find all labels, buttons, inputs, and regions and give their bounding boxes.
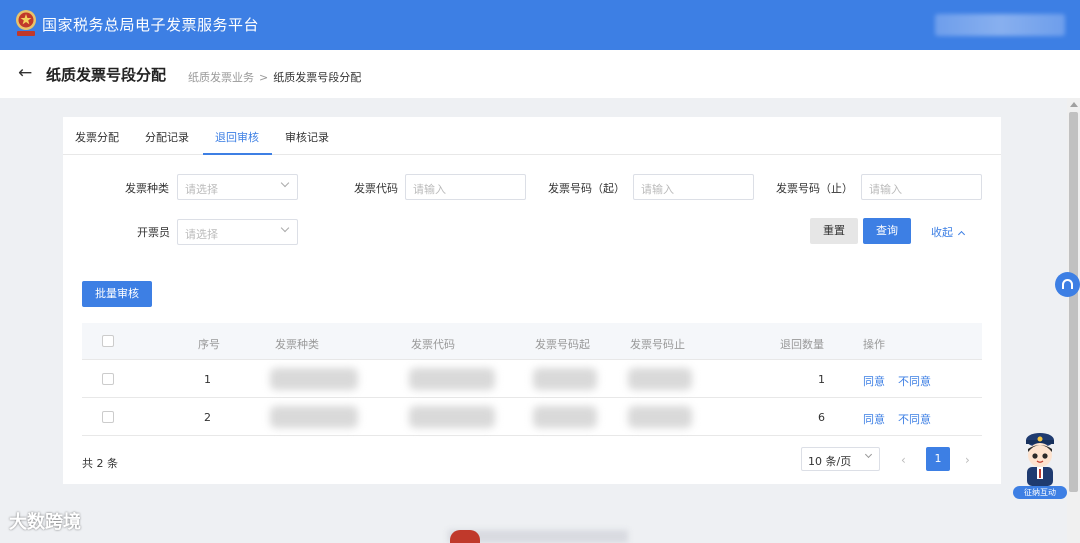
issuer-select[interactable]: 请选择 xyxy=(177,219,298,245)
disagree-link[interactable]: 不同意 xyxy=(898,373,931,389)
page-scrollbar[interactable] xyxy=(1067,98,1080,543)
column-header: 发票种类 xyxy=(275,338,319,351)
agree-link[interactable]: 同意 xyxy=(863,373,885,389)
column-header: 操作 xyxy=(863,338,885,351)
total-count: 共 2 条 xyxy=(82,457,118,470)
number-start-placeholder: 请输入 xyxy=(641,183,674,196)
active-tab-indicator xyxy=(203,153,272,155)
number-end-label: 发票号码（止） xyxy=(776,182,853,195)
return-quantity: 6 xyxy=(818,411,825,424)
page-number-current[interactable]: 1 xyxy=(926,447,950,471)
site-title: 国家税务总局电子发票服务平台 xyxy=(42,16,260,34)
mascot-label: 征纳互动 xyxy=(1013,486,1067,499)
tab-return-review[interactable]: 退回审核 xyxy=(215,129,259,145)
invoice-code-placeholder: 请输入 xyxy=(413,183,446,196)
tab-review-records[interactable]: 审核记录 xyxy=(285,129,329,145)
table-row: 2 6 同意 不同意 xyxy=(82,398,982,436)
assistant-mascot[interactable]: 征纳互动 xyxy=(1013,430,1067,500)
invoice-code-blurred xyxy=(409,368,495,390)
number-start-input[interactable]: 请输入 xyxy=(633,174,754,200)
chevron-down-icon xyxy=(280,178,290,188)
number-end-input[interactable]: 请输入 xyxy=(861,174,982,200)
prev-page-button[interactable]: ‹ xyxy=(901,453,906,467)
page-header: ← 纸质发票号段分配 纸质发票业务 > 纸质发票号段分配 xyxy=(0,50,1080,98)
breadcrumb-current: 纸质发票号段分配 xyxy=(273,71,362,84)
column-header: 发票号码止 xyxy=(630,338,685,351)
issuer-placeholder: 请选择 xyxy=(185,228,218,241)
page-size-value: 10 条/页 xyxy=(808,455,852,468)
chevron-down-icon xyxy=(864,450,873,459)
agree-link[interactable]: 同意 xyxy=(863,411,885,427)
invoice-type-select[interactable]: 请选择 xyxy=(177,174,298,200)
row-index: 1 xyxy=(204,373,211,386)
invoice-code-label: 发票代码 xyxy=(354,182,398,195)
batch-review-button[interactable]: 批量审核 xyxy=(82,281,152,307)
tax-emblem-icon xyxy=(16,10,36,36)
number-end-placeholder: 请输入 xyxy=(869,183,902,196)
number-start-label: 发票号码（起） xyxy=(548,182,625,195)
breadcrumb-separator: > xyxy=(259,71,269,84)
number-end-blurred xyxy=(628,406,692,428)
breadcrumb-parent[interactable]: 纸质发票业务 xyxy=(188,71,254,84)
watermark: 大数跨境 xyxy=(9,512,81,533)
invoice-type-placeholder: 请选择 xyxy=(185,183,218,196)
number-end-blurred xyxy=(628,368,692,390)
footer-emblem xyxy=(450,530,480,543)
headset-icon xyxy=(1062,279,1073,289)
tab-invoice-allocation[interactable]: 发票分配 xyxy=(75,129,119,145)
main-card: 发票分配 分配记录 退回审核 审核记录 发票种类 请选择 发票代码 请输入 发票… xyxy=(63,117,1001,484)
breadcrumb: 纸质发票业务 > 纸质发票号段分配 xyxy=(188,69,361,85)
invoice-code-blurred xyxy=(409,406,495,428)
back-arrow-icon[interactable]: ← xyxy=(18,63,32,83)
chevron-down-icon xyxy=(280,223,290,233)
row-index: 2 xyxy=(204,411,211,424)
collapse-label: 收起 xyxy=(931,226,953,239)
page-title: 纸质发票号段分配 xyxy=(46,66,167,84)
invoice-type-blurred xyxy=(270,368,358,390)
user-info-blurred[interactable] xyxy=(935,14,1065,36)
row-checkbox[interactable] xyxy=(102,373,114,385)
invoice-type-blurred xyxy=(270,406,358,428)
number-start-blurred xyxy=(533,368,597,390)
customer-service-button[interactable] xyxy=(1055,272,1080,297)
column-header: 发票代码 xyxy=(411,338,455,351)
column-header: 退回数量 xyxy=(780,338,824,351)
disagree-link[interactable]: 不同意 xyxy=(898,411,931,427)
row-checkbox[interactable] xyxy=(102,411,114,423)
scrollbar-thumb[interactable] xyxy=(1069,112,1078,492)
column-header: 发票号码起 xyxy=(535,338,590,351)
table-row: 1 1 同意 不同意 xyxy=(82,360,982,398)
mascot-icon xyxy=(1026,433,1054,486)
tab-allocation-records[interactable]: 分配记录 xyxy=(145,129,189,145)
select-all-checkbox[interactable] xyxy=(102,335,114,347)
page-size-select[interactable]: 10 条/页 xyxy=(801,447,880,471)
invoice-type-label: 发票种类 xyxy=(125,182,169,195)
column-header: 序号 xyxy=(198,338,220,351)
tab-bar: 发票分配 分配记录 退回审核 审核记录 xyxy=(63,117,1001,155)
top-bar: 国家税务总局电子发票服务平台 xyxy=(0,0,1080,50)
collapse-toggle[interactable]: 收起 xyxy=(931,224,966,240)
number-start-blurred xyxy=(533,406,597,428)
table-header: 序号 发票种类 发票代码 发票号码起 发票号码止 退回数量 操作 xyxy=(82,323,982,360)
reset-button[interactable]: 重置 xyxy=(810,218,858,244)
next-page-button[interactable]: › xyxy=(965,453,970,467)
chevron-up-icon xyxy=(957,230,966,239)
query-button[interactable]: 查询 xyxy=(863,218,911,244)
return-quantity: 1 xyxy=(818,373,825,386)
issuer-label: 开票员 xyxy=(137,226,170,239)
scroll-up-icon[interactable] xyxy=(1070,102,1078,107)
invoice-code-input[interactable]: 请输入 xyxy=(405,174,526,200)
